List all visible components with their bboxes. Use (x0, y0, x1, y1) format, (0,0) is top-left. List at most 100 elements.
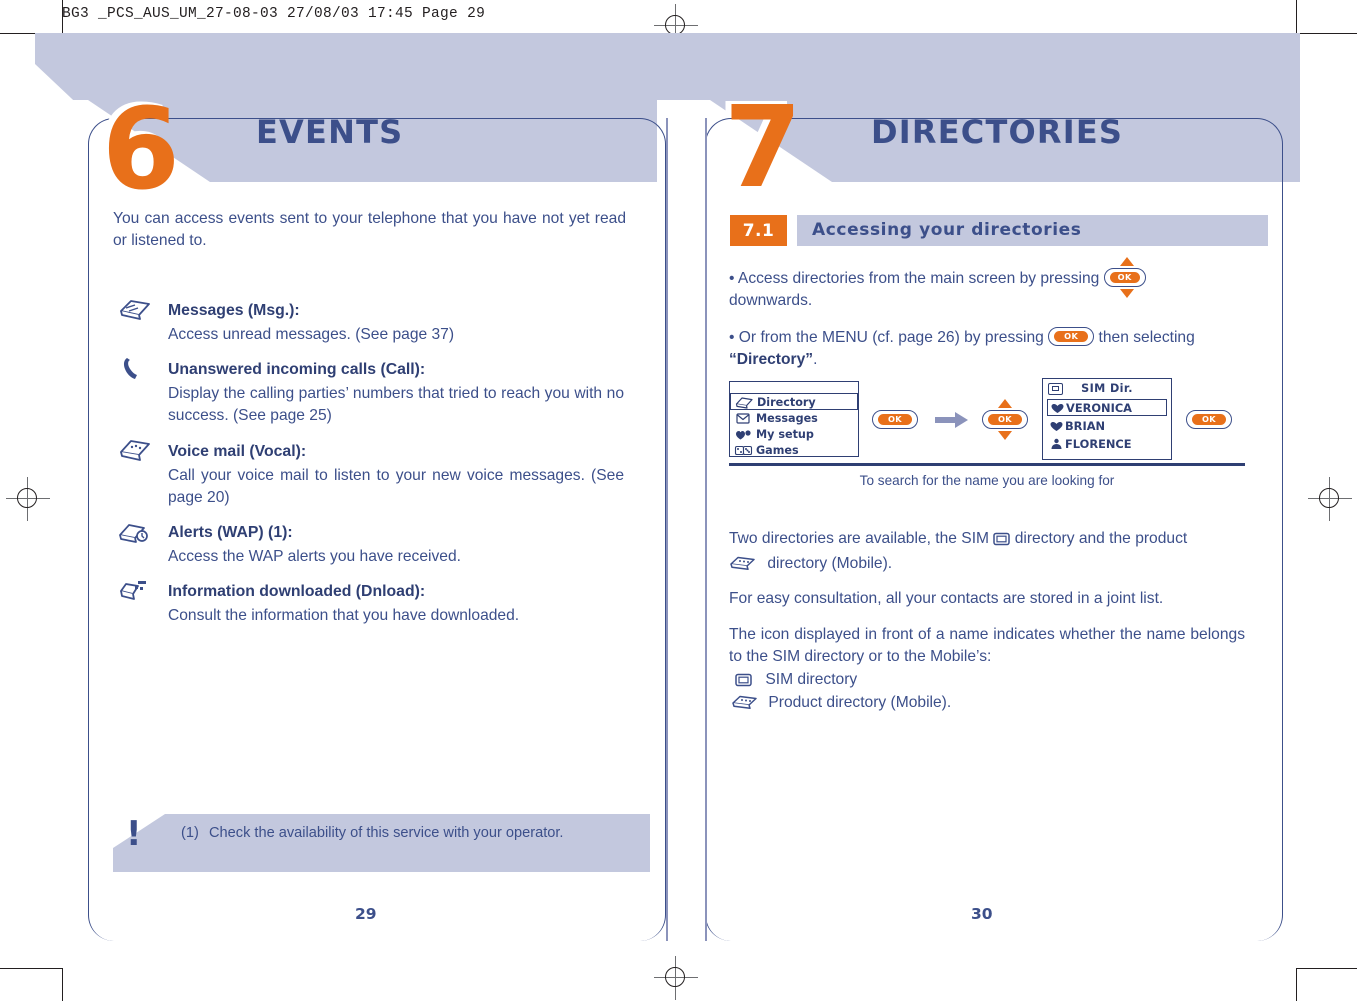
bullet-suffix: downwards. (729, 292, 813, 309)
download-icon (118, 578, 152, 604)
bullet-text: • Or from the MENU (cf. page 26) by pres… (729, 329, 1044, 346)
paragraph-two-directories: Two directories are available, the SIM d… (729, 528, 1245, 578)
event-item-calls: Unanswered incoming calls (Call): Displa… (168, 359, 624, 428)
event-heading-suffix: : (287, 524, 293, 541)
event-item-download: Information downloaded (Dnload): Consult… (168, 581, 624, 627)
mobile-directory-icon (731, 694, 759, 717)
bullet-mid: then selecting (1098, 329, 1195, 346)
event-body: Access the WAP alerts you have received. (168, 547, 461, 565)
menu-row-label: Games (756, 444, 799, 457)
crop-mark-right-top (1296, 0, 1297, 33)
legend-label: Product directory (Mobile). (768, 694, 952, 711)
ok-label: OK (988, 414, 1022, 425)
handset-icon (118, 356, 152, 382)
sim-row-label: BRIAN (1065, 419, 1106, 433)
menu-row-my-setup[interactable]: My setup (730, 426, 858, 443)
phone-sim-directory-screen: SIM Dir. VERONICA BRIAN FLORENCE (1042, 378, 1172, 460)
diagram-nav-ok-key[interactable]: OK (982, 399, 1028, 440)
footnote-marker: (1) (181, 825, 199, 841)
mobile-directory-icon (729, 555, 757, 578)
person-icon (1051, 438, 1062, 449)
menu-row-label: My setup (756, 428, 814, 441)
gutter-rule-right (705, 118, 707, 941)
sim-screen-title: SIM Dir. (1081, 382, 1133, 395)
event-body: Consult the information that you have do… (168, 606, 520, 624)
legend-sim-directory: SIM directory (735, 669, 1165, 694)
nav-ok-key[interactable]: OK (1103, 257, 1150, 298)
menu-row-label: Directory (757, 396, 816, 409)
sim-row-label: FLORENCE (1065, 437, 1132, 451)
registration-mark-right (1308, 477, 1352, 521)
event-heading: Information downloaded (Dnload): (168, 583, 426, 600)
event-item-wap: Alerts (WAP) (1): Access the WAP alerts … (168, 522, 624, 568)
gutter-rule-left (666, 118, 668, 941)
chapter-title-directories: DIRECTORIES (871, 113, 1124, 151)
bullet-from-menu: • Or from the MENU (cf. page 26) by pres… (729, 327, 1245, 371)
event-heading: Unanswered incoming calls (Call): (168, 361, 426, 378)
sim-card-icon (993, 531, 1011, 553)
chapter-title-events: EVENTS (256, 113, 404, 151)
paragraph-text: directory (Mobile). (767, 555, 893, 572)
event-heading: Voice mail (Vocal): (168, 443, 307, 460)
menu-row-directory[interactable]: Directory (730, 393, 858, 410)
directory-icon (735, 397, 753, 409)
section-title: Accessing your directories (812, 220, 1082, 240)
print-slug: BG3 _PCS_AUS_UM_27-08-03 27/08/03 17:45 … (62, 6, 486, 22)
registration-mark-left (6, 477, 50, 521)
menu-row-games[interactable]: Games (730, 442, 858, 459)
legend-product-directory: Product directory (Mobile). (731, 692, 1161, 717)
warning-exclamation-icon: ! (126, 814, 142, 854)
sim-row-florence[interactable]: FLORENCE (1047, 436, 1167, 453)
footnote-text: (1) Check the availability of this servic… (181, 823, 615, 844)
section-number-badge: 7.1 (730, 215, 787, 246)
arrow-up-icon (1119, 257, 1134, 266)
event-body: Access unread messages. (See page 37) (168, 325, 455, 343)
event-body: Display the calling parties’ numbers tha… (168, 384, 624, 425)
event-heading-suffix: : (294, 302, 300, 319)
events-intro: You can access events sent to your telep… (113, 210, 626, 249)
legend-label: SIM directory (765, 671, 858, 688)
ok-label: OK (1054, 331, 1089, 342)
ok-key[interactable]: OK (1048, 327, 1095, 346)
bullet-emphasis: “Directory” (729, 351, 814, 368)
page-number-right: 30 (971, 905, 993, 923)
menu-row-messages[interactable]: Messages (730, 410, 858, 427)
crop-mark-left-bottom (62, 968, 63, 1001)
ok-label: OK (1192, 414, 1226, 425)
chapter-number-7: 7 (724, 83, 802, 213)
menu-row-label: Messages (756, 412, 818, 425)
crop-mark-top-right (1296, 33, 1357, 34)
footnote-body: Check the availability of this service w… (209, 825, 564, 841)
sim-card-icon (735, 672, 752, 694)
registration-mark-bottom (654, 956, 698, 1000)
ok-label: OK (1109, 272, 1140, 283)
paragraph-joint-list: For easy consultation, all your contacts… (729, 590, 1164, 607)
messages-icon (736, 413, 750, 424)
crop-mark-right-bottom (1296, 968, 1297, 1001)
diagram-caption: To search for the name you are looking f… (859, 473, 1115, 488)
arrow-up-icon (998, 399, 1012, 408)
paragraph-icon-meaning: The icon displayed in front of a name in… (729, 626, 1245, 665)
wap-alerts-icon (118, 519, 152, 545)
paragraph-text: directory and the product (1014, 530, 1188, 547)
bullet-access-directories: • Access directories from the main scree… (729, 257, 1245, 312)
event-item-messages: Messages (Msg.): Access unread messages.… (168, 300, 624, 346)
games-icon (734, 445, 753, 456)
arrow-down-icon (998, 431, 1012, 440)
page-number-left: 29 (355, 905, 377, 923)
bullet-suffix: . (813, 351, 818, 368)
arrow-right-icon (935, 411, 969, 429)
crop-mark-bottom-right (1296, 968, 1357, 969)
heart-icon (1050, 422, 1063, 431)
event-heading: Messages (Msg.) (168, 302, 295, 319)
bullet-text: • Access directories from the main scree… (729, 270, 1100, 287)
diagram-divider-rule (729, 463, 1245, 466)
diagram-ok-button-3[interactable]: OK (1186, 410, 1232, 429)
arrow-down-icon (1119, 289, 1134, 298)
ok-label: OK (878, 414, 912, 425)
diagram-ok-button-1[interactable]: OK (872, 410, 918, 429)
sim-row-label: VERONICA (1066, 401, 1132, 415)
sim-row-veronica[interactable]: VERONICA (1047, 399, 1167, 416)
sim-row-brian[interactable]: BRIAN (1047, 418, 1167, 435)
event-body: Call your voice mail to listen to your n… (168, 466, 624, 507)
